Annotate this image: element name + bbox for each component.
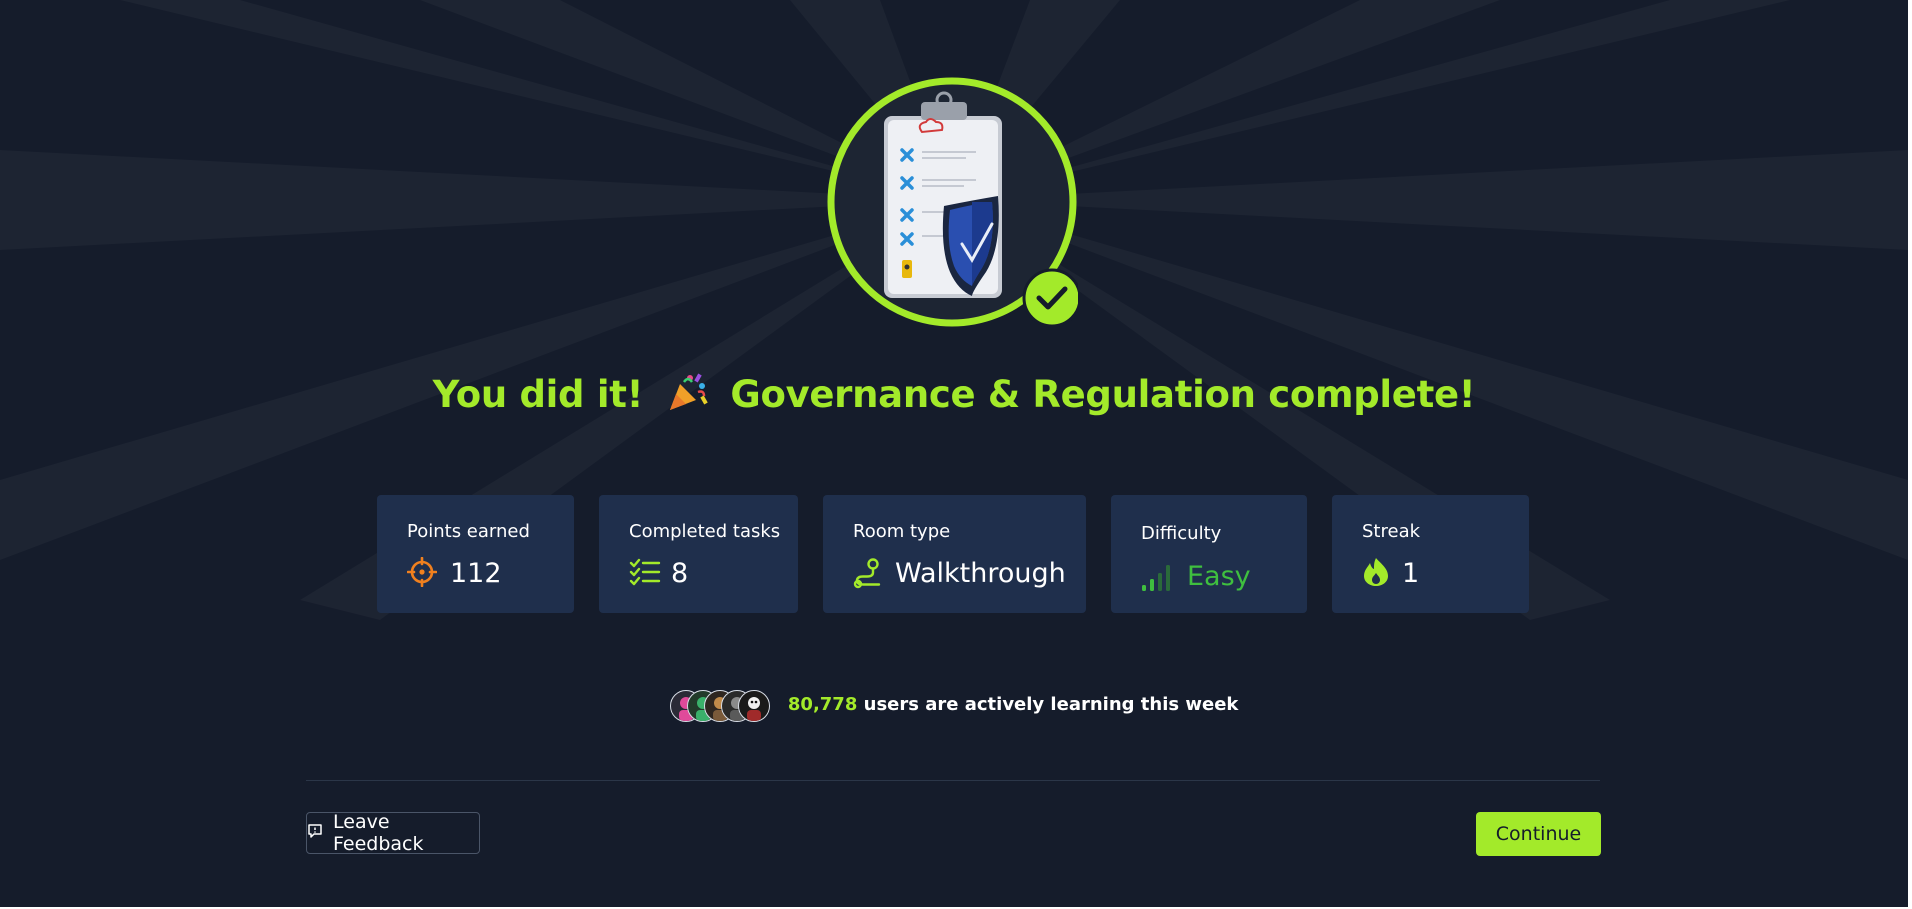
checklist-icon (629, 557, 661, 591)
leave-feedback-button[interactable]: Leave Feedback (306, 811, 480, 855)
route-icon (853, 557, 885, 593)
signal-bars-icon (1141, 561, 1177, 595)
stat-card-room-type: Room type Walkthrough (823, 495, 1086, 613)
stat-value-difficulty: Easy (1187, 561, 1251, 592)
party-popper-icon (666, 372, 708, 421)
completed-check-icon (1022, 268, 1078, 328)
stat-label-streak: Streak (1362, 521, 1421, 542)
learners-text: users are actively learning this week (863, 694, 1239, 715)
continue-button[interactable]: Continue (1476, 812, 1601, 856)
stat-card-streak: Streak 1 (1332, 495, 1529, 613)
stat-label-points: Points earned (407, 521, 530, 542)
stat-value-streak: 1 (1402, 558, 1420, 589)
completion-headline: You did it! Governance & Regulation comp… (0, 372, 1908, 421)
stat-label-tasks: Completed tasks (629, 521, 781, 542)
headline-suffix: Governance & Regulation complete! (730, 373, 1476, 416)
feedback-icon (307, 822, 323, 844)
continue-label: Continue (1495, 823, 1582, 845)
stat-value-room-type: Walkthrough (895, 558, 1066, 589)
room-badge (827, 77, 1078, 328)
stat-card-points: Points earned 112 (377, 495, 574, 613)
learners-count: 80,778 (787, 694, 858, 715)
active-learners: 80,778 users are actively learning this … (0, 688, 1908, 722)
stat-card-difficulty: Difficulty Easy (1111, 495, 1307, 613)
stat-label-difficulty: Difficulty (1141, 523, 1222, 544)
leave-feedback-label: Leave Feedback (333, 811, 424, 855)
headline-prefix: You did it! (432, 373, 644, 416)
window-edge (1908, 0, 1912, 909)
stat-value-points: 112 (450, 558, 502, 589)
stat-label-room-type: Room type (853, 521, 951, 542)
avatar-stack (669, 688, 770, 722)
stat-value-tasks: 8 (671, 558, 689, 589)
flame-icon (1362, 557, 1390, 591)
crosshair-icon (406, 556, 438, 591)
stat-card-tasks: Completed tasks 8 (599, 495, 798, 613)
avatar (737, 690, 770, 722)
footer-divider (306, 780, 1600, 781)
